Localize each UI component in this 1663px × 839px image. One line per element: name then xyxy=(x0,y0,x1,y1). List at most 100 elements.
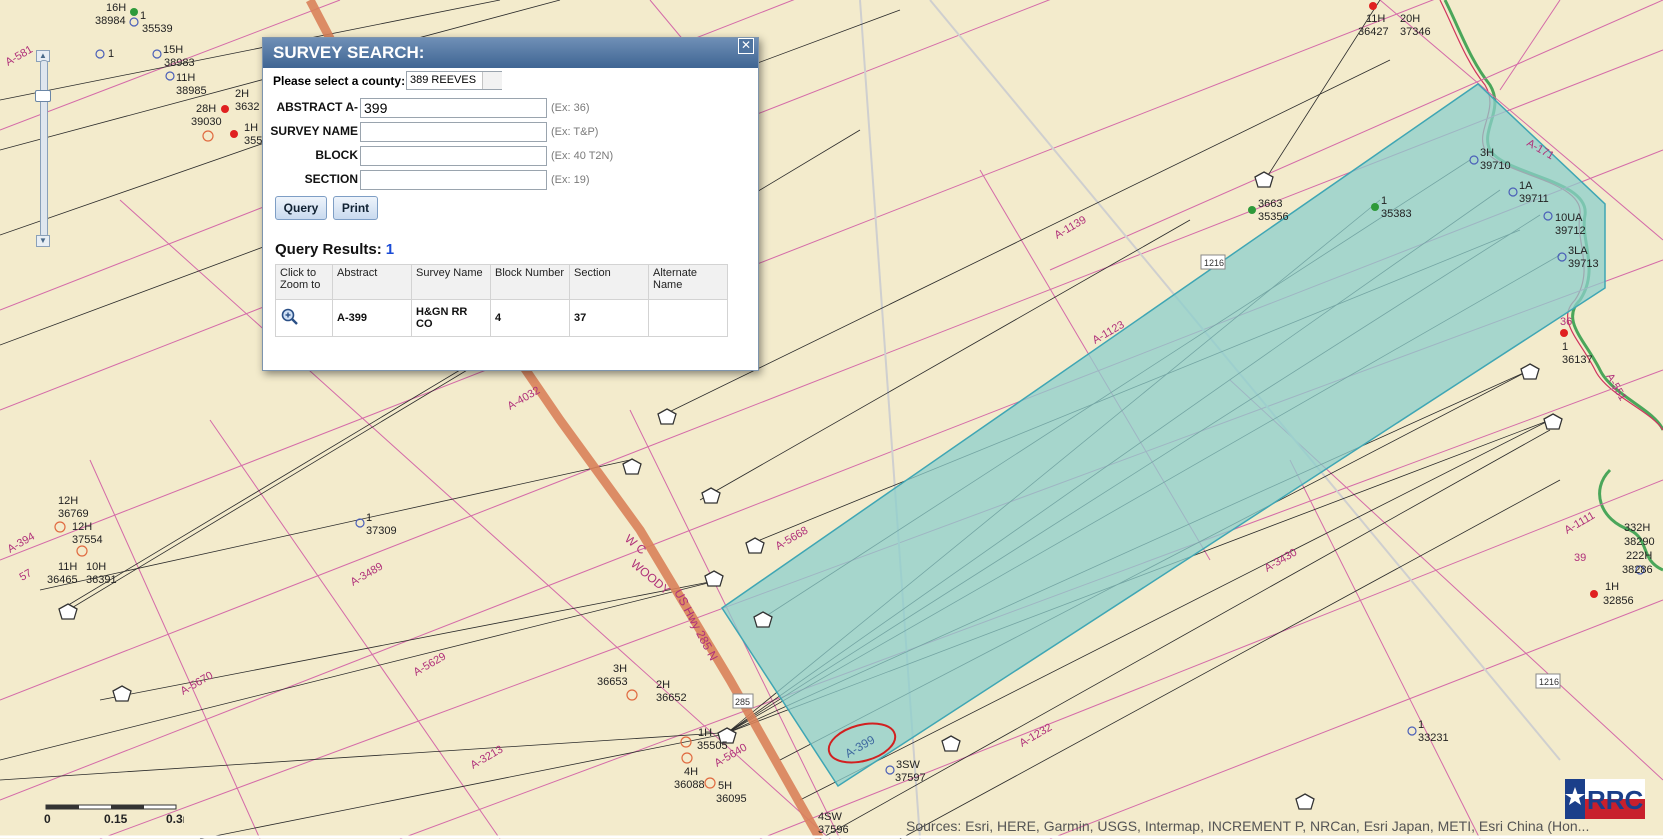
abstract-example: (Ex: 36) xyxy=(551,102,590,114)
well-label: 37596 xyxy=(818,824,849,836)
well-label: 222H xyxy=(1626,550,1652,562)
close-icon[interactable]: ✕ xyxy=(738,38,754,54)
well-label: 39712 xyxy=(1555,225,1586,237)
well-label: 39710 xyxy=(1480,160,1511,172)
abstract-input[interactable]: 399 xyxy=(360,98,547,118)
survey-name-example: (Ex: T&P) xyxy=(551,126,599,138)
well-label: 36653 xyxy=(597,676,628,688)
well-label: 37597 xyxy=(895,772,926,784)
scale-label: 0 xyxy=(44,812,51,826)
zoom-to-cell[interactable] xyxy=(275,299,333,337)
well-label: 37309 xyxy=(366,525,397,537)
block-example: (Ex: 40 T2N) xyxy=(551,150,614,162)
abstract-label: ABSTRACT A- xyxy=(276,100,358,114)
abstract-label: 36 xyxy=(1560,316,1572,328)
well-label: 12H xyxy=(72,521,92,533)
county-label: Please select a county: xyxy=(273,74,406,88)
well-label: 1A xyxy=(1519,180,1533,192)
section-example: (Ex: 19) xyxy=(551,174,590,186)
road-shield: 1216 xyxy=(1204,258,1224,268)
well-label: 1 xyxy=(1381,195,1387,207)
well-label: 10UA xyxy=(1555,212,1583,224)
well-label: 35539 xyxy=(142,23,173,35)
section-cell: 37 xyxy=(569,299,649,337)
well-label: 32856 xyxy=(1603,595,1634,607)
well-label: 1 xyxy=(108,48,114,60)
well-label: 1 xyxy=(1562,341,1568,353)
well-label: 1H xyxy=(1605,581,1619,593)
zoom-track[interactable] xyxy=(40,60,48,237)
road-shield: 285 xyxy=(735,697,750,707)
results-header-row: Click to Zoom to Abstract Survey Name Bl… xyxy=(275,264,728,300)
zoom-handle[interactable] xyxy=(35,90,51,102)
abstract-label: 39 xyxy=(1574,552,1586,564)
query-results-label: Query Results: xyxy=(275,241,382,258)
well-label: 1 xyxy=(366,512,372,524)
well-label: 39711 xyxy=(1519,193,1549,205)
well-label: 2H xyxy=(235,88,249,100)
map-canvas[interactable]: US Hwy 285 N W C WOODY A-581 A-1139 A-11… xyxy=(0,0,1663,839)
section-label: SECTION xyxy=(304,172,358,186)
zoom-slider[interactable]: ▲ ▼ xyxy=(35,50,51,247)
attribution-text: Sources: Esri, HERE, Garmin, USGS, Inter… xyxy=(906,818,1590,834)
abstract-cell: A-399 xyxy=(332,299,412,337)
survey-name-input[interactable] xyxy=(360,122,547,142)
print-button[interactable]: Print xyxy=(333,196,378,220)
well-label: 39713 xyxy=(1568,258,1599,270)
well-label: 33231 xyxy=(1418,732,1449,744)
column-header: Section xyxy=(569,264,649,300)
well-label: 36095 xyxy=(716,793,747,805)
well-label: 15H xyxy=(163,44,183,56)
query-results-heading: Query Results: 1 xyxy=(275,241,394,258)
well-label: 36137 xyxy=(1562,354,1593,366)
well-label: 38985 xyxy=(176,85,207,97)
dropdown-arrow-icon[interactable] xyxy=(482,72,502,89)
table-row[interactable]: A-399 H&GN RR CO 4 37 xyxy=(275,299,728,337)
well-label: 36652 xyxy=(656,692,687,704)
well-label: 11H xyxy=(58,561,77,573)
well-label: 35356 xyxy=(1258,211,1289,223)
road-shield: 1216 xyxy=(1539,677,1559,687)
block-input[interactable] xyxy=(360,146,547,166)
well-label: 36391 xyxy=(86,574,117,586)
well-label: 3SW xyxy=(896,759,920,771)
block-label: BLOCK xyxy=(315,148,358,162)
well-label: 38984 xyxy=(95,15,126,27)
rrc-logo: RRC xyxy=(1565,779,1645,819)
well-label: 36088 xyxy=(674,779,705,791)
well-label: 2H xyxy=(656,679,670,691)
well-label: 38290 xyxy=(1624,536,1655,548)
well-label: 12H xyxy=(58,495,78,507)
logo-text: RRC xyxy=(1587,785,1644,815)
well-label: 3H xyxy=(613,663,627,675)
section-input[interactable] xyxy=(360,170,547,190)
zoom-out-arrow-icon[interactable]: ▼ xyxy=(36,235,50,247)
well-label: 38983 xyxy=(164,57,195,69)
survey-search-dialog: SURVEY SEARCH: ✕ Please select a county:… xyxy=(262,37,759,371)
column-header: Survey Name xyxy=(411,264,491,300)
well-label: 3H xyxy=(1480,147,1494,159)
zoom-in-icon[interactable] xyxy=(280,307,300,327)
well-label: 35383 xyxy=(1381,208,1412,220)
well-label: 332H xyxy=(1624,522,1650,534)
well-label: 4H xyxy=(684,766,698,778)
well-label: 1 xyxy=(140,10,146,22)
scale-bar: 0 0.15 0.3mi xyxy=(44,804,184,826)
block-cell: 4 xyxy=(490,299,570,337)
well-label: 35505 xyxy=(697,740,728,752)
scale-label: 0.3mi xyxy=(166,812,184,826)
well-label: 3663 xyxy=(1258,198,1282,210)
results-table: Click to Zoom to Abstract Survey Name Bl… xyxy=(275,264,728,337)
well-label: 28H xyxy=(196,103,216,115)
scale-label: 0.15 xyxy=(104,812,128,826)
well-label: 36465 xyxy=(47,574,78,586)
well-label: 3632 xyxy=(235,101,259,113)
column-header: Abstract xyxy=(332,264,412,300)
well-label: 5H xyxy=(718,780,732,792)
well-label: 36427 xyxy=(1358,26,1389,38)
well-label: 10H xyxy=(86,561,106,573)
query-button[interactable]: Query xyxy=(275,196,327,220)
well-label: 4SW xyxy=(818,811,842,823)
well-label: 355 xyxy=(244,135,262,147)
well-label: 1H xyxy=(244,122,258,134)
